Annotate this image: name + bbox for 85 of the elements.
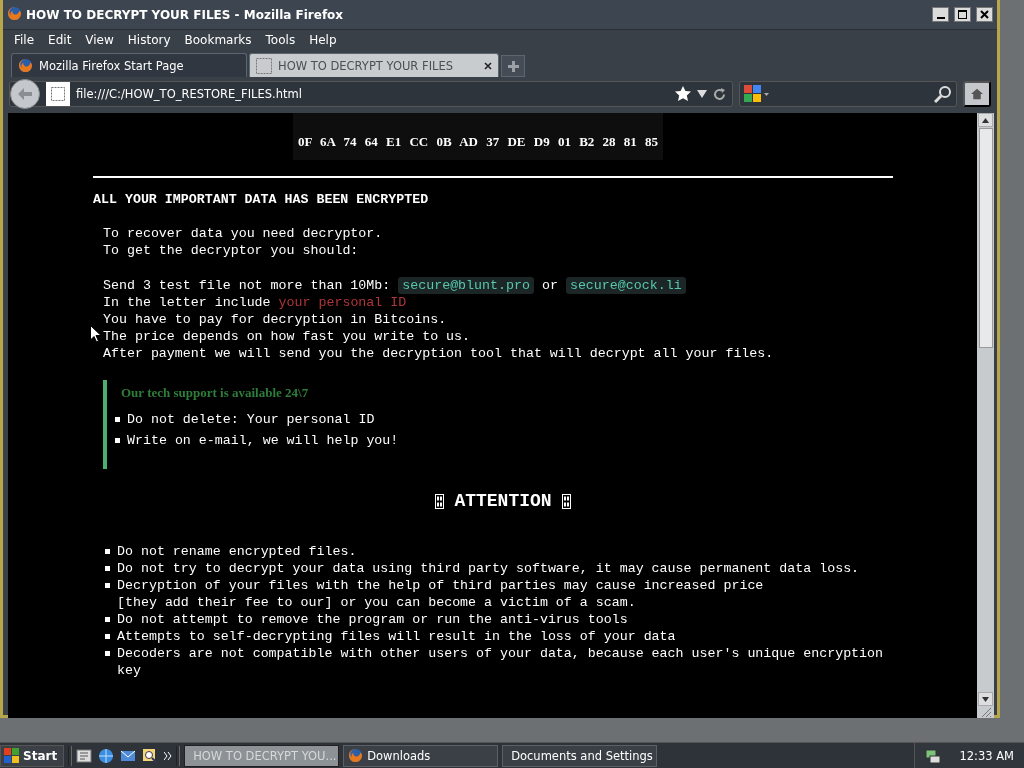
back-button[interactable] <box>10 79 40 109</box>
desktop-icon[interactable] <box>76 747 93 764</box>
list-item: Do not try to decrypt your data using third party software, it may cause permanent data loss. <box>117 560 860 577</box>
browser-tab[interactable]: Mozilla Firefox Start Page <box>11 53 247 77</box>
network-icon[interactable] <box>925 747 942 764</box>
email-link[interactable]: secure@cock.li <box>565 277 686 294</box>
bullet-icon <box>105 651 110 656</box>
taskbar-button[interactable]: Documents and Settings <box>502 744 658 767</box>
back-arrow-icon <box>18 88 32 100</box>
firefox-icon <box>348 748 364 763</box>
browser-tab[interactable]: HOW TO DECRYPT YOUR FILES <box>249 53 499 77</box>
url-text: file:///C:/HOW_TO_RESTORE_FILES.html <box>76 87 303 101</box>
resize-grip-icon[interactable] <box>979 706 992 718</box>
new-tab-button[interactable] <box>501 55 525 77</box>
close-tab-icon[interactable] <box>484 61 492 70</box>
menu-item[interactable]: Tools <box>260 32 301 47</box>
firefox-icon <box>7 5 22 21</box>
menu-item[interactable]: Bookmarks <box>179 32 257 47</box>
clock: 12:33 AM <box>959 748 1014 763</box>
bullet-icon <box>105 617 110 622</box>
missing-glyph-icon <box>435 493 445 509</box>
search-icon[interactable] <box>934 85 952 103</box>
scroll-up-icon[interactable] <box>982 117 989 123</box>
key-text: 0F 6A 74 64 E1 CC 0B AD 37 DE D9 01 B2 28 81 85 <box>297 134 659 150</box>
close-button[interactable] <box>976 7 993 22</box>
heading: ALL YOUR IMPORTANT DATA HAS BEEN ENCRYPTED <box>93 192 430 207</box>
support-title: Our tech support is available 24\7 <box>121 385 310 401</box>
start-button[interactable]: Start <box>0 744 65 767</box>
attention-heading: ATTENTION <box>454 491 552 511</box>
minimize-icon <box>936 16 945 19</box>
chevron-icon[interactable] <box>164 751 173 760</box>
firefox-icon <box>18 58 33 73</box>
page-icon <box>51 87 65 101</box>
text-line: To get the decryptor you should: <box>103 243 359 258</box>
home-button[interactable] <box>963 81 991 107</box>
menu-item[interactable]: History <box>122 32 176 47</box>
bullet-icon <box>115 438 120 443</box>
maximize-icon <box>958 10 967 19</box>
maximize-button[interactable] <box>954 7 971 22</box>
magnifier-icon[interactable] <box>142 747 159 764</box>
address-bar[interactable]: file:///C:/HOW_TO_RESTORE_FILES.html <box>9 81 733 107</box>
search-field[interactable] <box>739 81 957 107</box>
scrollbar[interactable] <box>977 113 994 718</box>
text-line: Send 3 test file not more than 10Mb: <box>103 278 391 293</box>
text-line: In the letter include <box>103 295 271 310</box>
list-item: Do not rename encrypted files. <box>117 543 357 560</box>
email-link[interactable]: secure@blunt.pro <box>398 277 534 294</box>
missing-glyph-icon <box>561 493 571 509</box>
page-icon <box>256 57 272 74</box>
menu-item[interactable]: File <box>9 32 40 47</box>
windows-logo-icon <box>4 748 20 763</box>
home-icon <box>971 87 983 101</box>
plus-icon <box>507 60 519 72</box>
globe-icon[interactable] <box>98 747 115 764</box>
bullet-icon <box>115 417 120 422</box>
dropdown-icon[interactable] <box>697 90 707 98</box>
bullet-icon <box>105 583 110 588</box>
menu-item[interactable]: Help <box>304 32 342 47</box>
scroll-thumb[interactable] <box>978 128 993 348</box>
list-item: Write on e-mail, we will help you! <box>127 432 399 449</box>
menu-item[interactable]: Edit <box>43 32 77 47</box>
text-line: You have to pay for decryption in Bitcoins. <box>103 312 447 327</box>
text-line: or <box>541 278 558 293</box>
mouse-cursor-icon <box>90 325 102 343</box>
bullet-icon <box>105 549 110 554</box>
taskbar-button[interactable]: Downloads <box>343 744 499 767</box>
reload-icon[interactable] <box>713 87 726 101</box>
text-line: The price depends on how fast you write to us. <box>103 329 471 344</box>
search-engine-icon <box>744 85 770 103</box>
list-item: Decoders are not compatible with other users of your data, because each user's unique encryption key <box>117 645 885 679</box>
bullet-icon <box>105 634 110 639</box>
highlighted-text: your personal ID <box>278 295 407 310</box>
list-item: Decryption of your files with the help of third parties may cause increased price [they add their fee to our] or you can become a victim of a scam. <box>117 577 764 611</box>
bullet-icon <box>105 566 110 571</box>
list-item: Do not delete: Your personal ID <box>127 411 375 428</box>
list-item: Attempts to self-decrypting files will result in the loss of your data <box>117 628 676 645</box>
minimize-button[interactable] <box>932 7 949 22</box>
star-icon[interactable] <box>675 86 691 102</box>
text-line: To recover data you need decryptor. <box>103 226 383 241</box>
list-item: Do not attempt to remove the program or run the anti-virus tools <box>117 611 628 628</box>
menu-item[interactable]: View <box>80 32 119 47</box>
text-line: After payment we will send you the decryption tool that will decrypt all your files. <box>103 346 774 361</box>
window-title: HOW TO DECRYPT YOUR FILES - Mozilla Firefox <box>26 7 345 22</box>
close-icon <box>980 10 989 19</box>
scroll-down-icon[interactable] <box>982 696 989 702</box>
